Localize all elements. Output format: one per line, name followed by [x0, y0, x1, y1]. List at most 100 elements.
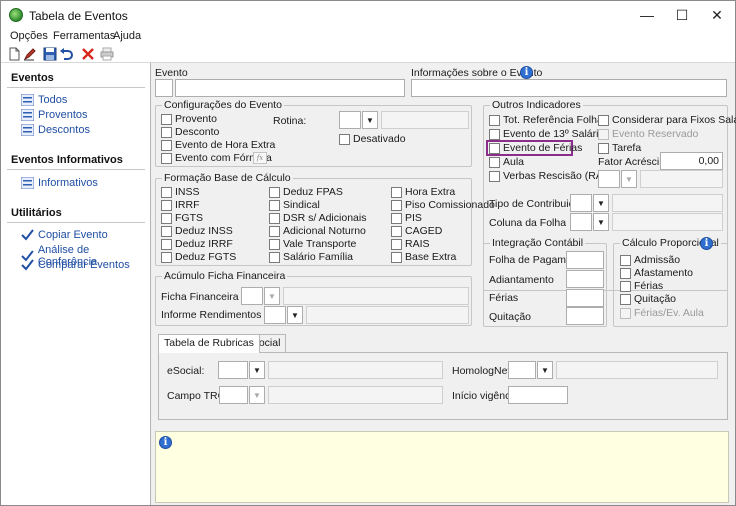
caged-label: CAGED — [405, 225, 443, 237]
fgts-label: FGTS — [175, 212, 203, 224]
quitacao-proporcional-checkbox[interactable] — [620, 294, 631, 305]
dsr-checkbox[interactable] — [269, 213, 280, 224]
desconto-checkbox[interactable] — [161, 127, 172, 138]
vale-transporte-checkbox[interactable] — [269, 239, 280, 250]
evento-ferias-checkbox[interactable] — [489, 143, 500, 154]
close-icon[interactable]: ✕ — [700, 1, 734, 29]
rotina-input[interactable] — [339, 111, 361, 129]
undo-icon[interactable] — [59, 47, 73, 61]
minimize-icon[interactable]: — — [630, 1, 664, 29]
afastamento-checkbox[interactable] — [620, 268, 631, 279]
pis-label: PIS — [405, 212, 422, 224]
pis-checkbox[interactable] — [391, 213, 402, 224]
deduz-inss-label: Deduz INSS — [175, 225, 233, 237]
edit-icon[interactable] — [23, 47, 37, 61]
deduz-fpas-checkbox[interactable] — [269, 187, 280, 198]
integracao-group-title: Integração Contábil — [490, 237, 586, 249]
evento-name-input[interactable] — [175, 79, 405, 97]
deduz-inss-checkbox[interactable] — [161, 226, 172, 237]
tab-strip: Tabela de Rubricas eSocial — [158, 334, 728, 354]
info-icon[interactable]: i — [700, 237, 713, 250]
folha-pagamento-input[interactable] — [566, 251, 604, 269]
fgts-checkbox[interactable] — [161, 213, 172, 224]
informe-rendimentos-label: Informe Rendimentos — [161, 309, 262, 321]
deduz-irrf-checkbox[interactable] — [161, 239, 172, 250]
menu-ferramentas[interactable]: Ferramentas — [53, 30, 115, 42]
sidebar-item-todos[interactable]: Todos — [21, 94, 67, 106]
inss-checkbox[interactable] — [161, 187, 172, 198]
tipo-contribuicao-dropdown[interactable]: ▼ — [593, 194, 609, 212]
rotina-label: Rotina: — [273, 115, 307, 127]
app-logo-icon — [9, 8, 23, 22]
irrf-checkbox[interactable] — [161, 200, 172, 211]
adiantamento-input[interactable] — [566, 270, 604, 288]
adicional-noturno-label: Adicional Noturno — [283, 225, 366, 237]
coluna-folha-input[interactable] — [570, 213, 592, 231]
adicional-noturno-checkbox[interactable] — [269, 226, 280, 237]
sidebar-item-informativos[interactable]: Informativos — [21, 177, 98, 189]
tarefa-checkbox[interactable] — [598, 143, 609, 154]
ferias-integracao-input[interactable] — [566, 289, 604, 307]
maximize-icon[interactable]: ☐ — [665, 1, 699, 29]
caged-checkbox[interactable] — [391, 226, 402, 237]
sidebar-item-label: Todos — [38, 94, 68, 106]
informe-rendimentos-dropdown[interactable]: ▼ — [287, 306, 303, 324]
coluna-folha-dropdown[interactable]: ▼ — [593, 213, 609, 231]
esocial-input[interactable] — [218, 361, 248, 379]
sidebar-item-comparar-eventos[interactable]: Comparar Eventos — [21, 259, 130, 271]
ficha-financeira-input[interactable] — [241, 287, 263, 305]
homolognet-input[interactable] — [508, 361, 536, 379]
homolognet-dropdown[interactable]: ▼ — [537, 361, 553, 379]
sidebar-item-copiar-evento[interactable]: Copiar Evento — [21, 229, 108, 241]
evento-13-checkbox[interactable] — [489, 129, 500, 140]
sindical-checkbox[interactable] — [269, 200, 280, 211]
ferias-ev-aula-label: Férias/Ev. Aula — [634, 307, 704, 319]
admissao-checkbox[interactable] — [620, 255, 631, 266]
delete-icon[interactable] — [81, 47, 95, 61]
tot-referencia-checkbox[interactable] — [489, 115, 500, 126]
aula-checkbox[interactable] — [489, 157, 500, 168]
quitacao-integracao-label: Quitação — [489, 311, 532, 323]
fixos-salariais-checkbox[interactable] — [598, 115, 609, 126]
esocial-dropdown[interactable]: ▼ — [249, 361, 265, 379]
informe-rendimentos-input[interactable] — [264, 306, 286, 324]
rais-checkbox[interactable] — [391, 239, 402, 250]
ferias-proporcional-checkbox[interactable] — [620, 281, 631, 292]
verbas-rescisao-dropdown[interactable]: ▼ — [621, 170, 637, 188]
print-icon[interactable] — [100, 47, 114, 61]
ficha-financeira-dropdown[interactable]: ▼ — [264, 287, 280, 305]
base-extra-checkbox[interactable] — [391, 252, 402, 263]
hora-extra-checkbox[interactable] — [161, 140, 172, 151]
formula-editor-icon[interactable]: fx — [253, 152, 267, 164]
info-input[interactable] — [411, 79, 727, 97]
afastamento-label: Afastamento — [634, 267, 693, 279]
salario-familia-checkbox[interactable] — [269, 252, 280, 263]
deduz-irrf-label: Deduz IRRF — [175, 238, 233, 250]
formula-checkbox[interactable] — [161, 153, 172, 164]
verbas-rescisao-checkbox[interactable] — [489, 171, 500, 182]
rotina-dropdown[interactable]: ▼ — [362, 111, 378, 129]
desativado-checkbox[interactable] — [339, 134, 350, 145]
sidebar-item-descontos[interactable]: Descontos — [21, 124, 90, 136]
deduz-fgts-checkbox[interactable] — [161, 252, 172, 263]
sidebar-item-proventos[interactable]: Proventos — [21, 109, 88, 121]
verbas-rescisao-input[interactable] — [598, 170, 620, 188]
campo-trct-dropdown[interactable]: ▼ — [249, 386, 265, 404]
save-icon[interactable] — [43, 47, 57, 61]
new-document-icon[interactable] — [7, 47, 21, 61]
tab-tabela-rubricas[interactable]: Tabela de Rubricas — [158, 334, 260, 353]
piso-comissionado-checkbox[interactable] — [391, 200, 402, 211]
fator-acrescimo-input[interactable]: 0,00 — [660, 152, 723, 170]
tipo-contribuicao-description — [612, 194, 723, 212]
inicio-vigencia-input[interactable] — [508, 386, 568, 404]
inss-label: INSS — [175, 186, 200, 198]
provento-checkbox[interactable] — [161, 114, 172, 125]
info-icon[interactable]: i — [520, 66, 533, 79]
hora-extra-base-checkbox[interactable] — [391, 187, 402, 198]
evento-code-input[interactable] — [155, 79, 173, 97]
tipo-contribuicao-input[interactable] — [570, 194, 592, 212]
campo-trct-input[interactable] — [219, 386, 248, 404]
menu-ajuda[interactable]: Ajuda — [113, 30, 141, 42]
quitacao-integracao-input[interactable] — [566, 307, 604, 325]
menu-opcoes[interactable]: Opções — [10, 30, 48, 42]
